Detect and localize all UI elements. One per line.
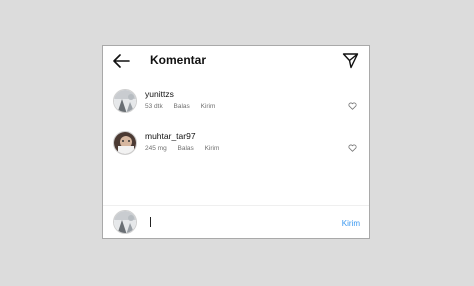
avatar <box>113 210 137 234</box>
comment-item: muhtar_tar97 245 mg Balas Kirim <box>103 131 369 165</box>
page-title: Komentar <box>150 53 207 67</box>
comment-time: 53 dtk <box>145 103 163 110</box>
comment-time: 245 mg <box>145 145 167 152</box>
paper-plane-icon <box>342 53 359 69</box>
comments-panel: Komentar yunittzs 53 dtk Balas Kirim muh… <box>102 45 370 239</box>
avatar[interactable] <box>113 131 137 155</box>
text-cursor <box>150 217 151 227</box>
send-button[interactable]: Kirim <box>205 145 220 152</box>
reply-button[interactable]: Balas <box>178 145 194 152</box>
like-button[interactable] <box>348 139 357 152</box>
comment-input[interactable] <box>145 215 325 229</box>
comment-username[interactable]: yunittzs <box>145 89 174 99</box>
post-comment-button[interactable]: Kirim <box>342 219 360 228</box>
comment-username[interactable]: muhtar_tar97 <box>145 131 196 141</box>
avatar[interactable] <box>113 89 137 113</box>
like-button[interactable] <box>348 97 357 110</box>
comments-header: Komentar <box>103 46 369 76</box>
heart-outline-icon <box>348 144 357 152</box>
send-button[interactable]: Kirim <box>201 103 216 110</box>
reply-button[interactable]: Balas <box>174 103 190 110</box>
back-button[interactable] <box>111 52 131 70</box>
comment-composer: Kirim <box>103 206 369 240</box>
comment-item: yunittzs 53 dtk Balas Kirim <box>103 89 369 123</box>
comment-meta: 53 dtk Balas Kirim <box>145 103 224 110</box>
comment-meta: 245 mg Balas Kirim <box>145 145 228 152</box>
arrow-left-icon <box>113 54 130 68</box>
heart-outline-icon <box>348 102 357 110</box>
share-button[interactable] <box>342 52 359 69</box>
